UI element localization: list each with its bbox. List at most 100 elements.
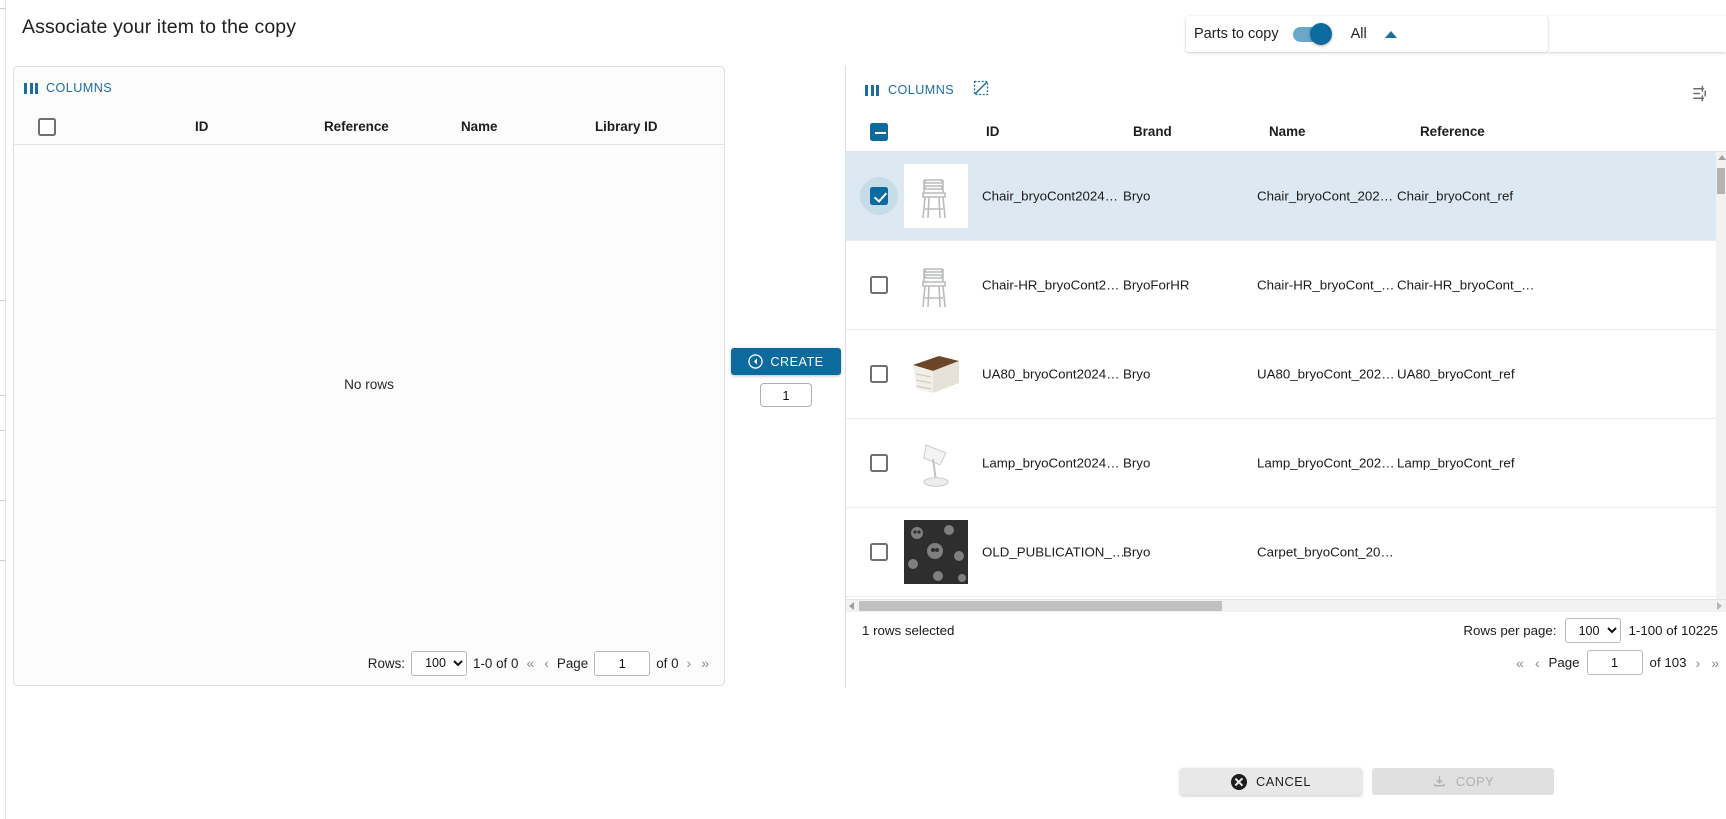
row-name: Lamp_bryoCont_202… bbox=[1257, 455, 1395, 471]
left-select-all-checkbox[interactable] bbox=[38, 118, 56, 136]
right-rows-per-page-select[interactable]: 100 bbox=[1564, 618, 1621, 643]
row-id: OLD_PUBLICATION_… bbox=[982, 544, 1126, 560]
cancel-button-label: CANCEL bbox=[1256, 774, 1311, 789]
left-grid-footer: Rows: 100 1-0 of 0 « ‹ Page of 0 › » bbox=[14, 641, 724, 685]
right-grid-panel: COLUMNS ID Brand Name Reference Chair_br… bbox=[845, 66, 1726, 688]
left-rows-per-page-select[interactable]: 100 bbox=[411, 650, 468, 676]
left-grid-toolbar: COLUMNS bbox=[14, 67, 724, 109]
row-name: Chair-HR_bryoCont_… bbox=[1257, 277, 1395, 293]
row-checkbox[interactable] bbox=[870, 365, 888, 383]
left-header-reference[interactable]: Reference bbox=[324, 119, 389, 134]
right-columns-button[interactable]: COLUMNS bbox=[888, 83, 954, 97]
left-prev-page-button[interactable]: ‹ bbox=[542, 655, 551, 671]
scroll-up-arrow-icon[interactable] bbox=[1718, 155, 1726, 160]
row-thumbnail bbox=[904, 520, 968, 584]
columns-icon bbox=[865, 84, 879, 96]
table-row[interactable]: UA80_bryoCont2024… Bryo UA80_bryoCont_20… bbox=[846, 330, 1726, 419]
copy-button: COPY bbox=[1372, 768, 1554, 795]
copy-button-label: COPY bbox=[1455, 774, 1495, 789]
cancel-button[interactable]: CANCEL bbox=[1180, 768, 1362, 795]
row-thumbnail bbox=[904, 342, 968, 406]
create-quantity-input[interactable] bbox=[760, 383, 812, 407]
left-grid-empty-message: No rows bbox=[344, 377, 394, 392]
row-checkbox[interactable] bbox=[870, 276, 888, 294]
right-page-label: Page bbox=[1548, 655, 1580, 670]
parts-to-copy-toggle[interactable] bbox=[1292, 23, 1332, 45]
right-prev-page-button[interactable]: ‹ bbox=[1533, 655, 1542, 671]
tune-icon[interactable] bbox=[1691, 84, 1710, 108]
left-next-page-button[interactable]: › bbox=[685, 655, 694, 671]
row-id: UA80_bryoCont2024… bbox=[982, 366, 1120, 382]
right-grid-footer: 1 rows selected Rows per page: 100 1-100… bbox=[846, 612, 1726, 688]
row-reference: UA80_bryoCont_ref bbox=[1397, 366, 1515, 382]
left-range-text: 1-0 of 0 bbox=[473, 655, 519, 671]
right-page-input[interactable] bbox=[1586, 650, 1643, 675]
row-id: Chair-HR_bryoCont2… bbox=[982, 277, 1120, 293]
scroll-right-arrow-icon[interactable] bbox=[1717, 602, 1722, 610]
horizontal-scrollbar[interactable] bbox=[846, 600, 1726, 612]
columns-icon bbox=[24, 82, 38, 94]
right-select-all-checkbox[interactable] bbox=[870, 123, 888, 141]
horizontal-scrollbar-area bbox=[846, 600, 1726, 612]
right-grid-toolbar: COLUMNS bbox=[846, 66, 1726, 114]
row-brand: Bryo bbox=[1123, 544, 1151, 560]
arrow-left-circle-icon bbox=[748, 354, 764, 369]
left-grid-panel: COLUMNS ID Reference Name Library ID No … bbox=[13, 66, 725, 686]
table-row[interactable]: Lamp_bryoCont2024… Bryo Lamp_bryoCont_20… bbox=[846, 419, 1726, 508]
parts-to-copy-value: All bbox=[1350, 26, 1367, 42]
row-thumbnail bbox=[904, 253, 968, 317]
vertical-scrollbar[interactable] bbox=[1716, 152, 1726, 599]
rows-selected-status: 1 rows selected bbox=[862, 623, 955, 638]
left-header-library-id[interactable]: Library ID bbox=[595, 119, 658, 134]
right-header-brand[interactable]: Brand bbox=[1133, 124, 1172, 139]
right-header-name[interactable]: Name bbox=[1269, 124, 1305, 139]
dialog-root: Associate your item to the copy Parts to… bbox=[0, 0, 1726, 819]
right-next-page-button[interactable]: › bbox=[1694, 655, 1703, 671]
right-first-page-button[interactable]: « bbox=[1514, 655, 1526, 671]
row-checkbox[interactable] bbox=[870, 454, 888, 472]
rows-per-page-group: Rows per page: 100 1-100 of 10225 bbox=[1463, 618, 1718, 643]
row-thumbnail bbox=[904, 164, 968, 228]
left-page-input[interactable] bbox=[594, 650, 651, 676]
row-id: Chair_bryoCont2024… bbox=[982, 188, 1119, 204]
table-row[interactable]: Chair-HR_bryoCont2… BryoForHR Chair-HR_b… bbox=[846, 241, 1726, 330]
edge-divider bbox=[5, 0, 6, 819]
row-brand: Bryo bbox=[1123, 188, 1151, 204]
create-button[interactable]: CREATE bbox=[731, 348, 841, 375]
row-name: Chair_bryoCont_202… bbox=[1257, 188, 1394, 204]
row-checkbox[interactable] bbox=[860, 177, 898, 215]
right-grid-body: Chair_bryoCont2024… Bryo Chair_bryoCont_… bbox=[846, 152, 1726, 600]
left-last-page-button[interactable]: » bbox=[699, 655, 711, 671]
row-checkbox[interactable] bbox=[870, 543, 888, 561]
right-header-reference[interactable]: Reference bbox=[1420, 124, 1485, 139]
download-icon bbox=[1432, 774, 1447, 789]
left-header-name[interactable]: Name bbox=[461, 119, 497, 134]
right-last-page-button[interactable]: » bbox=[1709, 655, 1721, 671]
row-thumbnail bbox=[904, 431, 968, 495]
selection-off-icon[interactable] bbox=[973, 80, 989, 101]
right-header-id[interactable]: ID bbox=[986, 124, 999, 139]
row-id: Lamp_bryoCont2024… bbox=[982, 455, 1120, 471]
horizontal-scrollbar-thumb[interactable] bbox=[859, 601, 1222, 611]
table-row[interactable]: OLD_PUBLICATION_… Bryo Carpet_bryoCont_2… bbox=[846, 508, 1726, 597]
row-reference: Chair-HR_bryoCont_… bbox=[1397, 277, 1535, 293]
left-columns-button[interactable]: COLUMNS bbox=[46, 81, 112, 95]
row-name: Carpet_bryoCont_20… bbox=[1257, 544, 1394, 560]
row-brand: BryoForHR bbox=[1123, 277, 1190, 293]
left-rows-label: Rows: bbox=[367, 655, 406, 671]
vertical-scrollbar-thumb[interactable] bbox=[1717, 168, 1725, 194]
row-brand: Bryo bbox=[1123, 455, 1151, 471]
row-brand: Bryo bbox=[1123, 366, 1151, 382]
chevron-up-icon[interactable] bbox=[1384, 30, 1397, 38]
row-reference: Lamp_bryoCont_ref bbox=[1397, 455, 1515, 471]
table-row[interactable]: Chair_bryoCont2024… Bryo Chair_bryoCont_… bbox=[846, 152, 1726, 241]
parts-to-copy-bar: Parts to copy All bbox=[1186, 16, 1548, 52]
rows-per-page-label: Rows per page: bbox=[1463, 623, 1557, 638]
right-page-total: of 103 bbox=[1649, 655, 1687, 670]
scroll-left-arrow-icon[interactable] bbox=[849, 602, 854, 610]
left-first-page-button[interactable]: « bbox=[524, 655, 536, 671]
parts-bar-extension bbox=[1548, 16, 1726, 52]
left-header-id[interactable]: ID bbox=[195, 119, 208, 134]
create-button-label: CREATE bbox=[770, 354, 824, 369]
row-name: UA80_bryoCont_202… bbox=[1257, 366, 1395, 382]
